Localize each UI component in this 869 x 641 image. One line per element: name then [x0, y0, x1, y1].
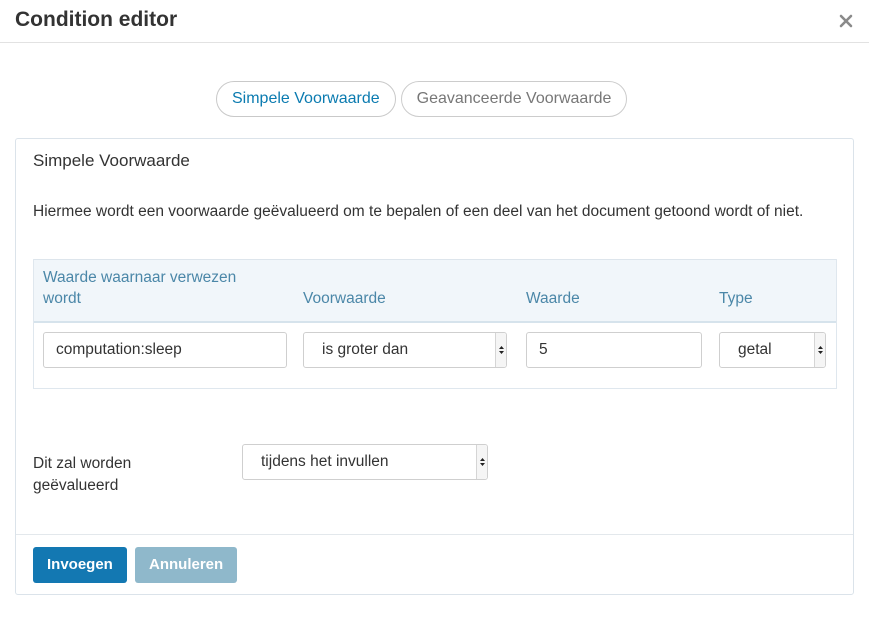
condition-select[interactable]: is groter dan [303, 332, 507, 368]
header-type: Type [719, 290, 753, 307]
condition-table: Waarde waarnaar verwezen wordt Voorwaard… [33, 259, 837, 389]
insert-button[interactable]: Invoegen [33, 547, 127, 583]
dropdown-arrow-icon [476, 445, 487, 479]
tab-simple-condition[interactable]: Simpele Voorwaarde [216, 81, 396, 117]
close-icon[interactable] [839, 14, 853, 28]
dialog-title: Condition editor [15, 8, 178, 31]
condition-table-header: Waarde waarnaar verwezen wordt Voorwaard… [34, 259, 836, 323]
header-value: Waarde [526, 290, 580, 307]
condition-row: is groter dan getal [34, 323, 836, 387]
panel-title: Simpele Voorwaarde [33, 151, 190, 170]
dialog-header: Condition editor [0, 0, 869, 43]
simple-condition-panel: Simpele Voorwaarde Hiermee wordt een voo… [15, 138, 854, 595]
header-condition: Voorwaarde [303, 290, 386, 307]
dropdown-arrow-icon [814, 333, 825, 367]
value-input[interactable] [526, 332, 702, 368]
header-reference: Waarde waarnaar verwezen wordt [43, 269, 237, 307]
evaluation-select[interactable]: tijdens het invullen [242, 444, 488, 480]
evaluation-select-value: tijdens het invullen [261, 453, 389, 470]
cancel-button[interactable]: Annuleren [135, 547, 238, 583]
type-select-value: getal [738, 341, 772, 358]
tab-advanced-condition[interactable]: Geavanceerde Voorwaarde [400, 81, 628, 117]
evaluation-label: Dit zal worden geëvalueerd [33, 455, 132, 494]
panel-description: Hiermee wordt een voorwaarde geëvalueerd… [33, 203, 804, 220]
dropdown-arrow-icon [495, 333, 506, 367]
condition-select-value: is groter dan [322, 341, 409, 358]
panel-footer: Invoegen Annuleren [16, 534, 853, 594]
reference-input[interactable] [43, 332, 287, 368]
condition-type-tabs: Simpele Voorwaarde Geavanceerde Voorwaar… [216, 81, 628, 117]
type-select[interactable]: getal [719, 332, 826, 368]
